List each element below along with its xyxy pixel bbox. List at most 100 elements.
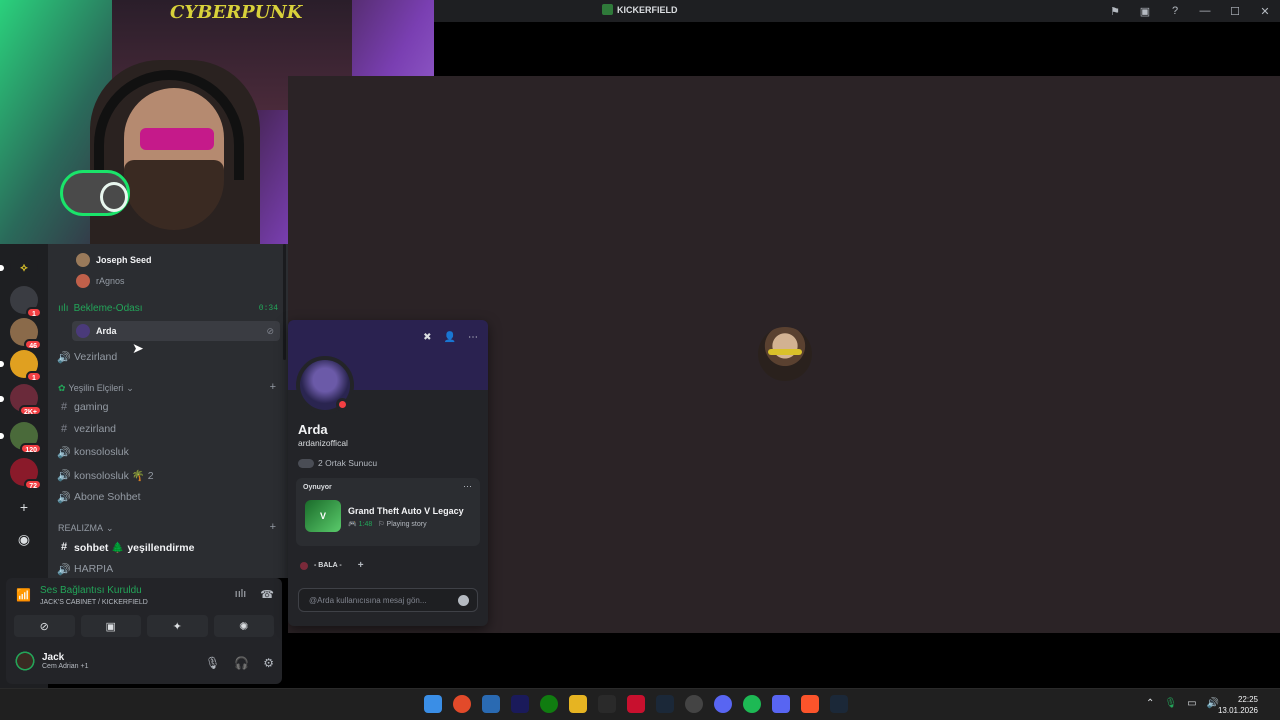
steam-icon[interactable] <box>830 695 848 713</box>
server-icon[interactable]: 72 <box>10 458 42 490</box>
channel-name: konsolosluk <box>74 446 129 458</box>
unread-badge: 120 <box>20 443 42 454</box>
title-bar-icons: ⚑ ▣ ? — ☐ ✕ <box>1100 0 1280 22</box>
channel-item[interactable]: 🔊 Abone Sohbet <box>56 487 280 507</box>
message-input[interactable]: @Arda kullanıcısına mesaj gön... <box>298 588 478 612</box>
epic-games-icon[interactable] <box>598 695 616 713</box>
explore-icon[interactable]: ◉ <box>14 529 34 549</box>
screen-share-icon[interactable]: ▣ <box>1130 0 1160 22</box>
mutual-servers[interactable]: 2 Ortak Sunucu <box>298 458 377 468</box>
add-friend-icon[interactable]: 👤 <box>444 332 456 343</box>
game-meta: 🎮 1:48 ⚐ Playing story <box>348 520 427 528</box>
add-server-icon[interactable]: + <box>14 497 34 517</box>
voice-member[interactable]: rAgnos <box>76 272 125 290</box>
avatar-glasses <box>768 349 802 355</box>
channel-name: Vezirland <box>74 351 118 363</box>
disconnect-icon[interactable]: ☎ <box>260 588 274 601</box>
channel-item[interactable]: 🔊 konsolosluk 🌴 2 <box>56 465 280 485</box>
voice-status[interactable]: Ses Bağlantısı Kuruldu <box>40 585 142 596</box>
chevron-up-icon[interactable]: ⌃ <box>1146 698 1154 709</box>
chevron-down-icon: ⌄ <box>106 522 114 533</box>
app-red-icon[interactable] <box>627 695 645 713</box>
file-explorer-icon[interactable] <box>569 695 587 713</box>
unread-badge: 46 <box>24 339 42 350</box>
xbox-icon[interactable] <box>540 695 558 713</box>
headphones-icon[interactable]: 🎧 <box>234 656 249 670</box>
channel-item[interactable]: 🔊 konsolosluk <box>56 442 280 462</box>
firefox-icon[interactable] <box>453 695 471 713</box>
dnd-status-icon <box>336 398 349 411</box>
flag-icon[interactable]: ⚑ <box>1100 0 1130 22</box>
server-icon[interactable]: 1 <box>10 286 42 318</box>
server-icon-gold[interactable]: ⟡ <box>10 254 38 282</box>
user-panel[interactable]: Jack Cem Adrian +1 <box>14 650 89 672</box>
unread-badge: 72 <box>24 479 42 490</box>
microphone-tray-icon[interactable]: 🎙 <box>1164 698 1177 709</box>
app-circle-icon[interactable] <box>714 695 732 713</box>
hash-icon: # <box>60 541 68 553</box>
network-icon[interactable]: ▭ <box>1187 698 1196 709</box>
clock[interactable]: 22:25 13.01.2026 <box>1218 694 1258 716</box>
avatar <box>76 324 90 338</box>
close-button[interactable]: ✕ <box>1250 0 1280 22</box>
voice-location[interactable]: JACK'S CABINET / KICKERFIELD <box>40 599 148 606</box>
mouse-cursor-icon: ➤ <box>132 340 144 356</box>
emoji-icon[interactable] <box>458 595 469 606</box>
soundboard-button[interactable]: ✺ <box>213 615 274 637</box>
server-icon[interactable]: 46 <box>10 318 42 350</box>
activities-button[interactable]: ✦ <box>147 615 208 637</box>
help-icon[interactable]: ? <box>1160 0 1190 22</box>
add-channel-button[interactable]: + <box>270 521 276 533</box>
activity-card: Oynuyor ⋯ V Grand Theft Auto V Legacy 🎮 … <box>296 478 480 546</box>
steam-icon[interactable] <box>656 695 674 713</box>
premiere-icon[interactable] <box>511 695 529 713</box>
channel-name: gaming <box>74 401 109 413</box>
maximize-button[interactable]: ☐ <box>1220 0 1250 22</box>
obs-icon[interactable] <box>685 695 703 713</box>
noise-suppression-icon[interactable]: ıılı <box>235 588 247 601</box>
message-placeholder: @Arda kullanıcısına mesaj gön... <box>309 596 427 605</box>
monitor-app-icon[interactable] <box>482 695 500 713</box>
voice-connection-panel: 📶 Ses Bağlantısı Kuruldu JACK'S CABINET … <box>6 578 282 684</box>
settings-gear-icon[interactable]: ⚙ <box>263 656 274 670</box>
server-icon[interactable]: 120 <box>10 422 42 454</box>
channel-item[interactable]: # gaming <box>56 397 280 417</box>
microphone-icon[interactable]: 🎙 <box>205 656 220 670</box>
start-icon[interactable] <box>424 695 442 713</box>
category-realizma[interactable]: REALIZMA ⌄ <box>58 521 114 535</box>
channel-list: Joseph Seed rAgnos ıılı Bekleme-Odası 0:… <box>48 244 288 578</box>
clock-time: 22:25 <box>1237 695 1258 704</box>
scrollbar[interactable] <box>283 244 286 360</box>
category-yesilin-elcileri[interactable]: ✿ Yeşilin Elçileri ⌄ <box>58 381 134 395</box>
voice-channel-bekleme[interactable]: ıılı Bekleme-Odası 0:34 <box>58 300 280 316</box>
server-icon[interactable]: 1 <box>10 350 42 382</box>
channel-name: sohbet 🌲 yeşillendirme <box>74 541 195 554</box>
voice-waves-icon: ıılı <box>58 302 69 314</box>
voice-member[interactable]: Joseph Seed <box>76 251 152 269</box>
voice-member-selected[interactable]: Arda ⊘ <box>72 321 280 341</box>
brave-icon[interactable] <box>801 695 819 713</box>
speaker-avatar[interactable] <box>758 327 812 381</box>
screen-share-button[interactable]: ▣ <box>80 615 141 637</box>
add-role-button[interactable]: + <box>358 560 364 571</box>
add-channel-button[interactable]: + <box>270 381 276 393</box>
server-icon[interactable]: 2K+ <box>10 384 42 416</box>
user-controls: 🎙 🎧 ⚙ <box>205 656 274 670</box>
activity-more-icon[interactable]: ⋯ <box>463 481 472 492</box>
roles-row: - BALA - + <box>300 560 364 571</box>
channel-item[interactable]: 🔊 HARPIA <box>56 559 280 578</box>
system-tray: ⌃ 🎙 ▭ 🔊 <box>1146 698 1219 709</box>
spotify-icon[interactable] <box>743 695 761 713</box>
window-title-text: KICKERFIELD <box>617 4 678 15</box>
discord-icon[interactable] <box>772 695 790 713</box>
block-icon[interactable]: ✖ <box>423 332 431 343</box>
channel-item-unread[interactable]: # sohbet 🌲 yeşillendirme <box>56 537 280 557</box>
channel-vezirland-voice[interactable]: 🔊 Vezirland <box>56 347 280 367</box>
signal-icon[interactable]: 📶 <box>16 588 31 602</box>
minimize-button[interactable]: — <box>1190 0 1220 22</box>
channel-item[interactable]: # vezirland <box>56 419 280 439</box>
game-state: ⚐ Playing story <box>378 521 427 528</box>
more-options-icon[interactable]: ⋯ <box>468 332 478 343</box>
channel-name: vezirland <box>74 423 117 435</box>
camera-off-button[interactable]: ⊘ <box>14 615 75 637</box>
